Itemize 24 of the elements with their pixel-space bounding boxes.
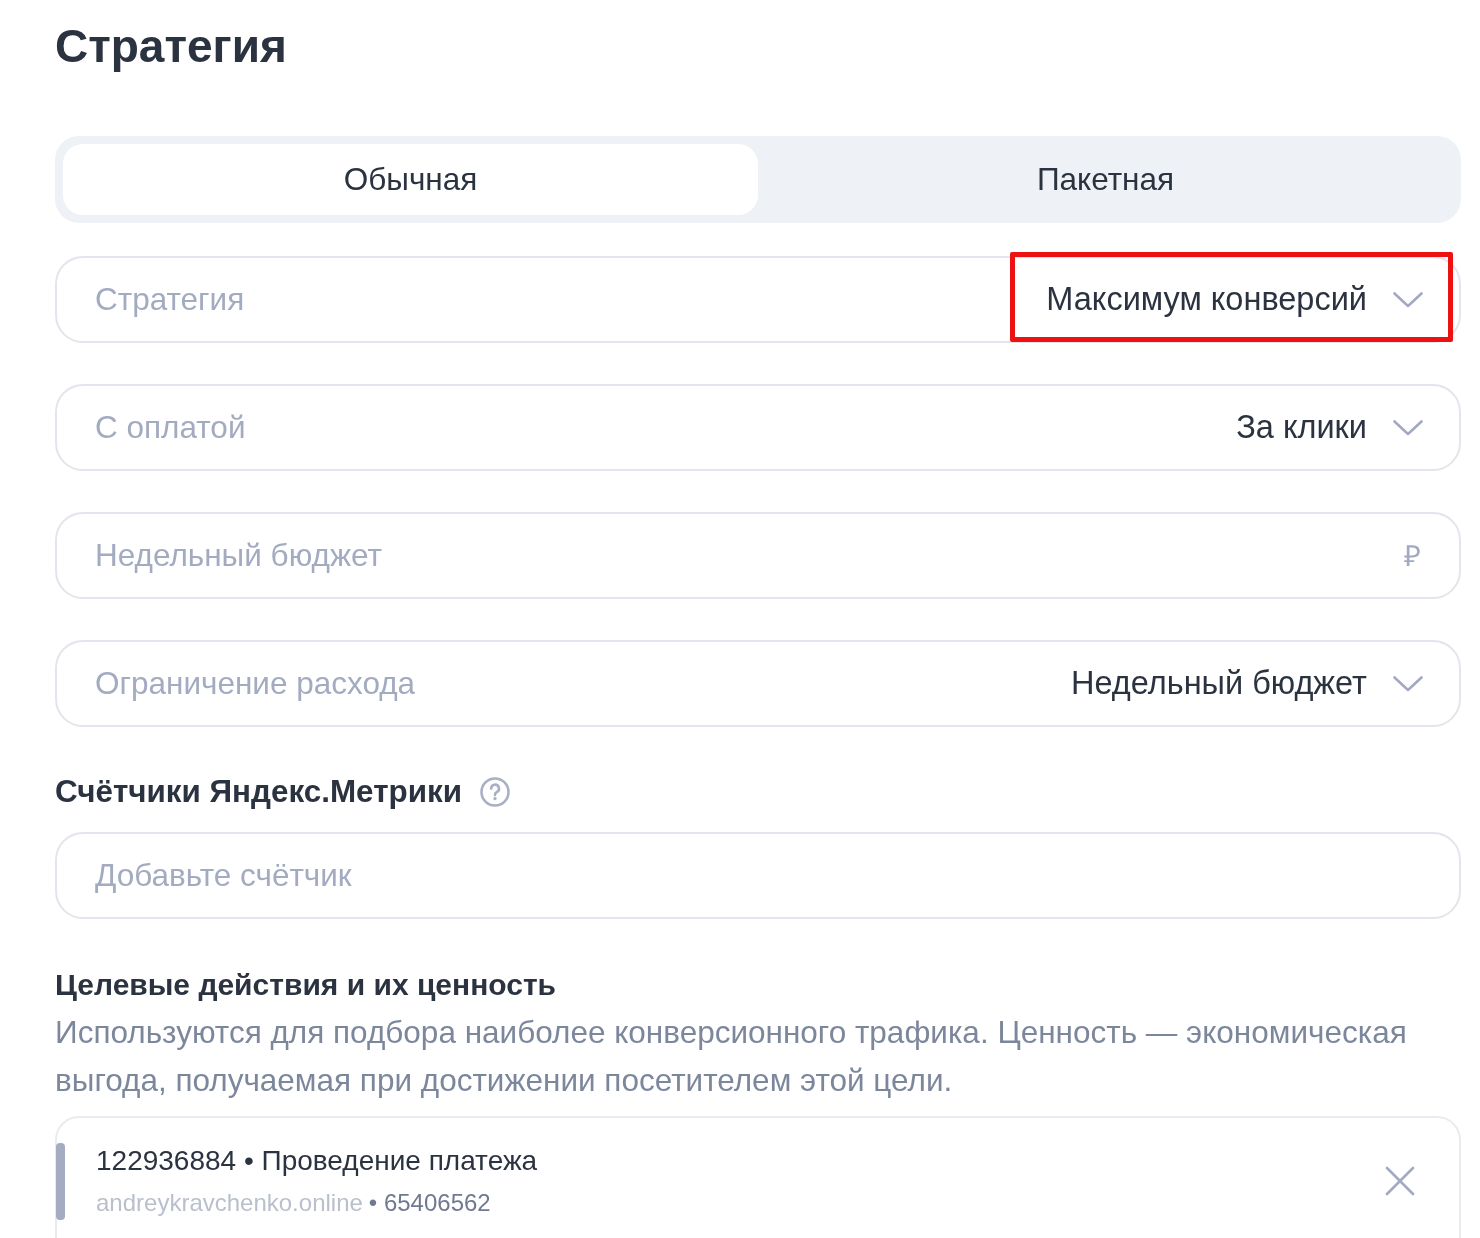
help-icon[interactable]: [480, 777, 510, 807]
chevron-down-icon: [1393, 675, 1423, 692]
tab[interactable]: Пакетная: [758, 144, 1453, 215]
close-icon[interactable]: [1385, 1166, 1415, 1196]
select-value: Максимум конверсий: [1046, 281, 1367, 318]
select-value: За клики: [1236, 409, 1367, 446]
tab[interactable]: Обычная: [63, 144, 758, 215]
section-heading: Счётчики Яндекс.Метрики: [55, 774, 462, 810]
select-field[interactable]: С оплатой За клики: [55, 384, 1461, 471]
goal-title: 122936884 • Проведение платежа: [96, 1144, 538, 1178]
section-description: Используются для подбора наиболее конверсионного трафика. Ценность — экономическая выгода, получаемая при достижении посетителем этой цели.: [55, 1013, 1408, 1100]
field-label: Ограничение расхода: [95, 665, 416, 702]
section-heading: Целевые действия и их ценность: [55, 967, 557, 1003]
chevron-down-icon: [1393, 291, 1423, 308]
counter-input[interactable]: Добавьте счётчик: [55, 832, 1461, 919]
counter-id: • 65406562: [368, 1188, 491, 1218]
field-label: Стратегия: [95, 281, 245, 318]
chevron-down-icon: [1393, 419, 1423, 436]
select-value: Недельный бюджет: [1070, 665, 1367, 702]
field-label: С оплатой: [95, 409, 246, 446]
page-title: Стратегия: [55, 19, 287, 73]
site-name: andreykravchenko.online: [96, 1188, 363, 1218]
select-field[interactable]: Ограничение расхода Недельный бюджет: [55, 640, 1461, 727]
currency-sign: ₽: [1404, 538, 1421, 573]
